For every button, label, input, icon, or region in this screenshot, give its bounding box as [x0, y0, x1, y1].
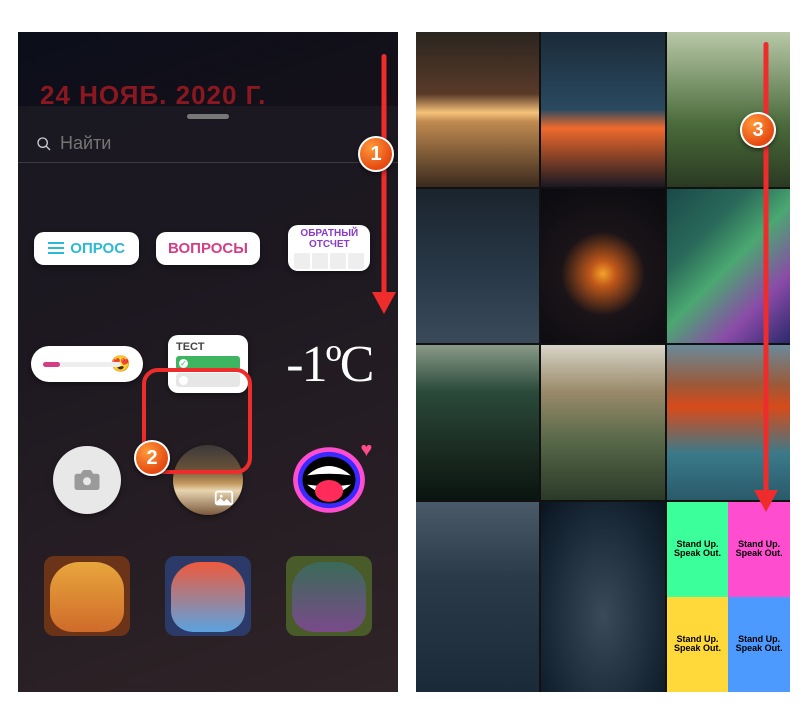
gallery-thumb[interactable]: [416, 345, 539, 500]
sticker-gallery-photo[interactable]: [173, 445, 243, 515]
sticker-questions[interactable]: ВОПРОСЫ: [156, 232, 260, 265]
sticker-mouth-gif[interactable]: ♥: [290, 441, 368, 519]
gallery-thumb[interactable]: [416, 32, 539, 187]
sticker-grid: ОПРОС ВОПРОСЫ ОБРАТНЫЙ ОТСЧЕТ 😍 ТЕСТ ✓ -…: [18, 172, 398, 692]
search-input[interactable]: [60, 133, 380, 154]
heart-icon: [48, 678, 126, 692]
stand-up-tile: Stand Up. Speak Out.: [728, 502, 790, 597]
mouth-icon: [290, 441, 368, 519]
gallery-thumb[interactable]: Stand Up. Speak Out. Stand Up. Speak Out…: [667, 502, 790, 693]
gallery-thumb[interactable]: [541, 189, 664, 344]
countdown-digits-icon: [294, 253, 364, 269]
sticker-giphy-1[interactable]: [44, 556, 130, 636]
story-editor-screen: 24 НОЯБ. 2020 Г. ОПРОС ВОПРОСЫ ОБРАТНЫЙ …: [18, 32, 398, 692]
sticker-camera[interactable]: [53, 446, 121, 514]
sticker-poll[interactable]: ОПРОС: [34, 232, 139, 265]
sticker-slider[interactable]: 😍: [31, 346, 143, 382]
gallery-thumb[interactable]: [416, 502, 539, 693]
search-icon: [36, 136, 52, 152]
gallery-thumb[interactable]: [541, 345, 664, 500]
gallery-thumb[interactable]: [541, 32, 664, 187]
annotation-marker-1: 1: [358, 136, 394, 172]
sticker-countdown[interactable]: ОБРАТНЫЙ ОТСЧЕТ: [288, 225, 370, 271]
sticker-quiz[interactable]: ТЕСТ ✓: [168, 335, 248, 393]
sticker-heart-purple[interactable]: [169, 678, 247, 692]
sticker-quiz-label: ТЕСТ: [176, 341, 240, 353]
sticker-temperature[interactable]: -1ºC: [286, 335, 372, 394]
sticker-heart-cyan[interactable]: [48, 678, 126, 692]
stand-up-tile: Stand Up. Speak Out.: [667, 597, 729, 692]
gallery-picker-screen[interactable]: Stand Up. Speak Out. Stand Up. Speak Out…: [416, 32, 790, 692]
stand-up-tile: Stand Up. Speak Out.: [667, 502, 729, 597]
annotation-marker-3: 3: [740, 112, 776, 148]
sticker-search-row: [18, 119, 398, 163]
heart-icon: [169, 678, 247, 692]
sticker-giphy-2[interactable]: [165, 556, 251, 636]
annotation-marker-2: 2: [134, 440, 170, 476]
sticker-panel[interactable]: ОПРОС ВОПРОСЫ ОБРАТНЫЙ ОТСЧЕТ 😍 ТЕСТ ✓ -…: [18, 106, 398, 692]
stand-up-tile: Stand Up. Speak Out.: [728, 597, 790, 692]
gallery-thumb[interactable]: [541, 502, 664, 693]
gallery-thumb[interactable]: [416, 189, 539, 344]
gallery-picture-icon: [211, 487, 237, 509]
heart-icon: ♥: [360, 439, 372, 462]
sticker-poll-label: ОПРОС: [70, 240, 125, 257]
annotation-arrow: [372, 54, 396, 314]
sticker-giphy-3[interactable]: [286, 556, 372, 636]
camera-icon: [72, 465, 102, 495]
sticker-countdown-label: ОБРАТНЫЙ ОТСЧЕТ: [294, 229, 364, 250]
